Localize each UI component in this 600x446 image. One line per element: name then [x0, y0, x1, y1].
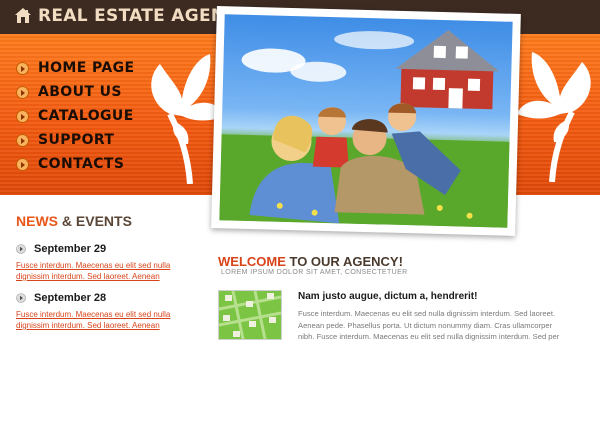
- nav-bullet-icon: [16, 157, 29, 171]
- flower-ornament-right-icon: [517, 52, 591, 182]
- nav-label: HOME PAGE: [38, 60, 135, 76]
- hero-scene-icon: [219, 30, 510, 228]
- welcome-heading: WELCOME TO OUR AGENCY!: [218, 254, 403, 269]
- arrow-right-icon: [16, 244, 26, 254]
- nav-bullet-icon: [16, 133, 29, 147]
- nav-item-support[interactable]: SUPPORT: [16, 128, 134, 152]
- news-item: September 29 Fusce interdum. Maecenas eu…: [16, 243, 196, 282]
- article-text: Fusce interdum. Maecenas eu elit sed nul…: [298, 309, 560, 341]
- nav-label: SUPPORT: [38, 132, 115, 148]
- site-logo[interactable]: REAL ESTATE AGENCY: [14, 6, 251, 26]
- article-thumbnail[interactable]: [218, 290, 282, 340]
- nav-bullet-icon: [16, 109, 29, 123]
- news-date-row: September 29: [16, 243, 196, 255]
- nav-label: CATALOGUE: [38, 108, 134, 124]
- news-heading-rest: & EVENTS: [58, 213, 132, 229]
- nav-label: CONTACTS: [38, 156, 125, 172]
- news-item: September 28 Fusce interdum. Maecenas eu…: [16, 292, 196, 331]
- news-link[interactable]: Fusce interdum. Maecenas eu elit sed nul…: [16, 260, 196, 282]
- news-link[interactable]: Fusce interdum. Maecenas eu elit sed nul…: [16, 309, 196, 331]
- nav-item-home[interactable]: HOME PAGE: [16, 56, 134, 80]
- news-heading-accent: NEWS: [16, 213, 58, 229]
- arrow-right-icon: [16, 293, 26, 303]
- article-title[interactable]: Nam justo augue, dictum a, hendrerit!: [298, 291, 477, 302]
- house-icon: [15, 8, 31, 23]
- nav-bullet-icon: [16, 61, 29, 75]
- news-heading: NEWS & EVENTS: [16, 213, 132, 229]
- nav-bullet-icon: [16, 85, 29, 99]
- hero-photo-family-house: [219, 14, 513, 228]
- welcome-heading-accent: WELCOME: [218, 254, 286, 269]
- nav-label: ABOUT US: [38, 84, 122, 100]
- welcome-subtitle: LOREM IPSUM DOLOR SIT AMET, CONSECTETUER: [221, 269, 408, 276]
- news-date-row: September 28: [16, 292, 196, 304]
- nav-item-contacts[interactable]: CONTACTS: [16, 152, 134, 176]
- nav-item-about[interactable]: ABOUT US: [16, 80, 134, 104]
- welcome-heading-rest: TO OUR AGENCY!: [285, 254, 403, 269]
- houses-map-icon: [219, 291, 281, 339]
- news-date: September 29: [34, 243, 107, 255]
- news-date: September 28: [34, 292, 107, 304]
- hero-photo-frame: [211, 6, 521, 236]
- main-nav: HOME PAGE ABOUT US CATALOGUE SUPPORT CON…: [16, 56, 134, 176]
- nav-item-catalogue[interactable]: CATALOGUE: [16, 104, 134, 128]
